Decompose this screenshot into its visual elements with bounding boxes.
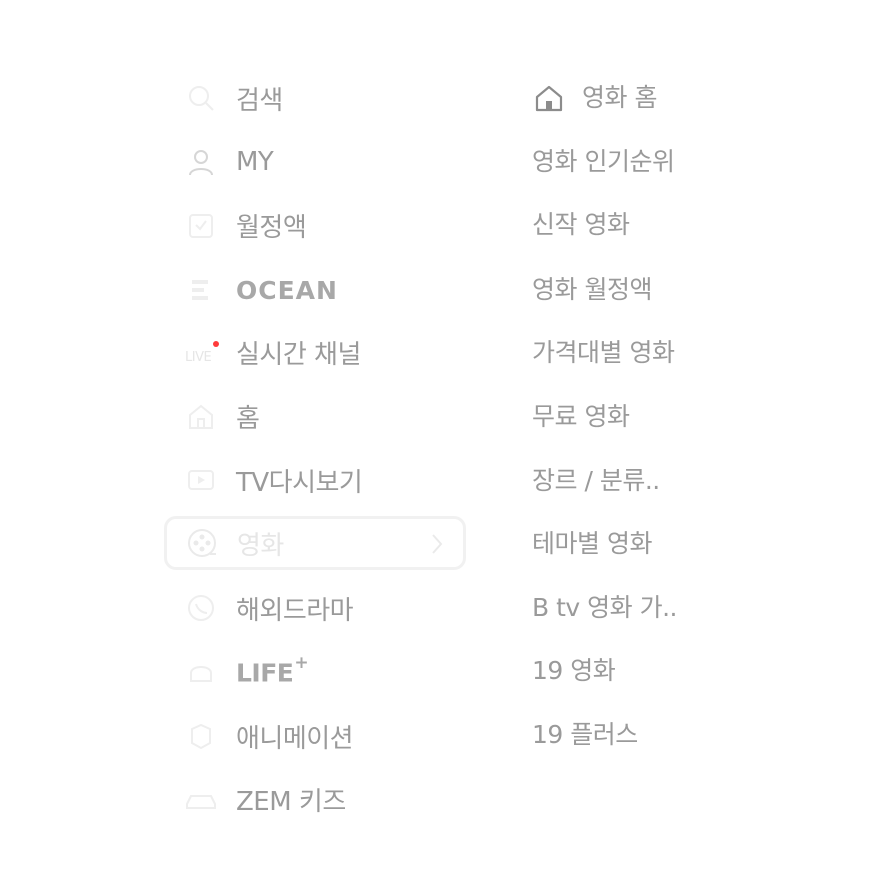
menu-item-label: 실시간 채널 <box>236 339 361 370</box>
menu-item-label: 영화 <box>237 530 284 561</box>
globe-drama-icon <box>184 591 218 625</box>
user-icon <box>184 145 218 179</box>
menu-item-animation[interactable]: 애니메이션 <box>184 712 464 760</box>
sub-item-label: 영화 홈 <box>582 83 657 112</box>
menu-item-zem-kids[interactable]: ZEM 키즈 <box>184 775 464 823</box>
menu-item-label: TV다시보기 <box>236 467 363 498</box>
menu-item-label: ZEM 키즈 <box>236 786 346 817</box>
menu-item-label: 검색 <box>236 85 283 116</box>
sub-item-movie-home[interactable]: 영화 홈 <box>532 78 657 118</box>
life-logo: LIFE+ <box>236 652 309 688</box>
sub-item-free-movies[interactable]: 무료 영화 <box>532 397 630 437</box>
kids-car-icon <box>184 782 218 816</box>
life-icon <box>184 655 218 689</box>
sub-item-19-movie[interactable]: 19 영화 <box>532 651 616 691</box>
menu-item-movie[interactable]: 영화 <box>164 516 466 570</box>
svg-text:LIVE: LIVE <box>185 350 211 365</box>
menu-item-label: MY <box>236 147 274 177</box>
menu-item-subscription[interactable]: 월정액 <box>184 201 464 249</box>
sub-item-popular-ranking[interactable]: 영화 인기순위 <box>532 142 675 182</box>
live-badge <box>213 341 219 347</box>
movie-reel-icon <box>185 526 219 560</box>
menu-item-live-channel[interactable]: LIVE 실시간 채널 <box>184 328 464 376</box>
menu-item-tv-replay[interactable]: TV다시보기 <box>184 456 464 504</box>
subscription-icon <box>184 208 218 242</box>
sub-item-movie-subscription[interactable]: 영화 월정액 <box>532 270 652 310</box>
menu-item-label: 애니메이션 <box>236 723 354 754</box>
menu-item-life[interactable]: LIFE+ <box>184 648 464 696</box>
home-icon <box>532 81 566 115</box>
sub-item-genre[interactable]: 장르 / 분류.. <box>532 461 660 501</box>
sub-item-19-plus[interactable]: 19 플러스 <box>532 715 638 755</box>
menu-item-my[interactable]: MY <box>184 138 464 186</box>
tv-replay-icon <box>184 463 218 497</box>
home-icon <box>184 399 218 433</box>
sub-item-btv-movie[interactable]: B tv 영화 가.. <box>532 588 677 628</box>
menu-item-home[interactable]: 홈 <box>184 392 464 440</box>
menu-item-search[interactable]: 검색 <box>184 74 464 122</box>
animation-icon <box>184 719 218 753</box>
chevron-right-icon <box>429 532 445 563</box>
main-menu: 검색 MY 월정액 OCEAN LIVE 실시간 채널 홈 TV다시보기 영화 … <box>0 0 480 884</box>
sub-item-theme[interactable]: 테마별 영화 <box>532 524 652 564</box>
search-icon <box>184 81 218 115</box>
ocean-icon <box>184 273 218 307</box>
menu-item-foreign-drama[interactable]: 해외드라마 <box>184 584 464 632</box>
ocean-logo: OCEAN <box>236 275 338 305</box>
live-icon: LIVE <box>184 335 218 369</box>
menu-item-label: 월정액 <box>236 212 307 243</box>
menu-item-label: 해외드라마 <box>236 595 354 626</box>
sub-item-price-range[interactable]: 가격대별 영화 <box>532 333 675 373</box>
sub-item-new-movies[interactable]: 신작 영화 <box>532 205 630 245</box>
menu-item-ocean[interactable]: OCEAN <box>184 266 464 314</box>
menu-item-label: 홈 <box>236 403 260 434</box>
